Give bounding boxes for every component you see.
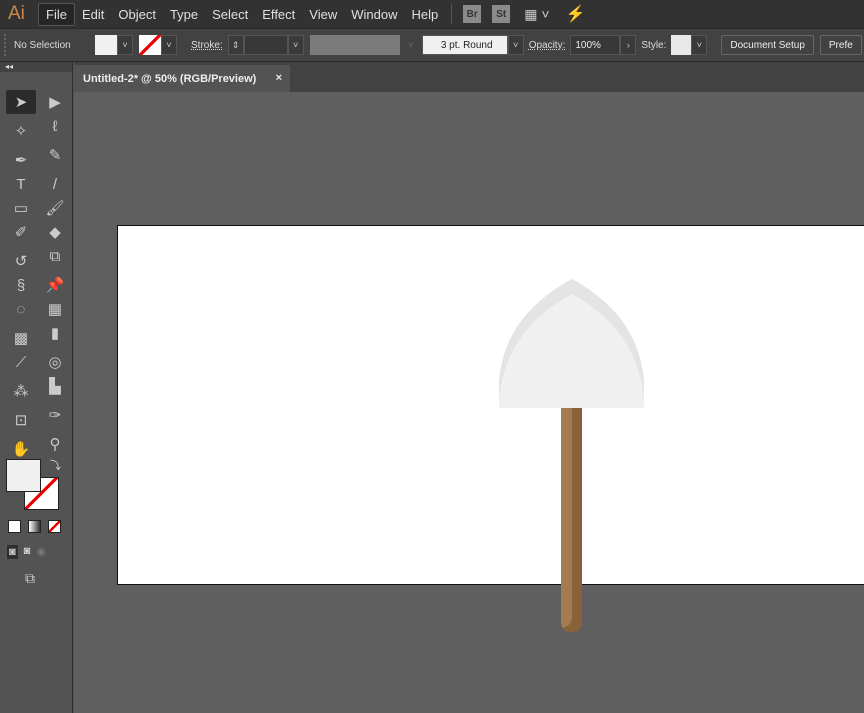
shovel-artwork[interactable]	[0, 0, 864, 713]
shovel-blade	[499, 294, 644, 408]
shovel-handle-light	[561, 408, 572, 628]
